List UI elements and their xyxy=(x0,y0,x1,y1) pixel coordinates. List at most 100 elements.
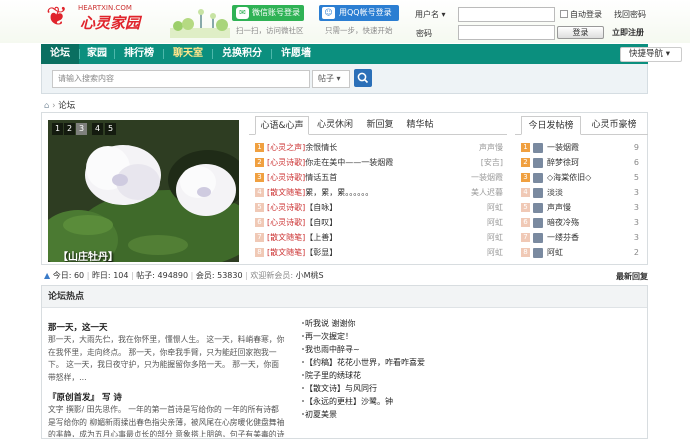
thread-row[interactable]: 6 [心灵诗歌]【自叹】 阿虹 xyxy=(255,216,503,229)
login-button[interactable]: 登录 xyxy=(557,26,604,39)
rank-badge: 4 xyxy=(255,188,264,197)
nav-exchange-points[interactable]: 兑换积分 xyxy=(213,44,271,64)
thread-row[interactable]: 3 [心灵诗歌]情话五首 一装烟霞 xyxy=(255,171,503,184)
hot-article-title[interactable]: 『原创首发』 写 诗 xyxy=(48,391,122,403)
newest-member-link[interactable]: 小M桃S xyxy=(296,271,324,280)
quick-nav-label: 快捷导航 xyxy=(629,49,664,59)
breadcrumb-separator: › xyxy=(52,101,56,111)
poster-count: 3 xyxy=(633,233,639,242)
thread-row[interactable]: 7 [散文随笔]【上善】 阿虹 xyxy=(255,231,503,244)
thread-row[interactable]: 5 [心灵诗歌]【自咏】 阿虹 xyxy=(255,201,503,214)
slide-number-3[interactable]: 3 xyxy=(76,123,87,135)
hot-article-title[interactable]: 那一天，这一天 xyxy=(48,321,108,333)
bullet xyxy=(302,387,304,389)
thread-title[interactable]: 情话五首 xyxy=(305,173,337,182)
breadcrumb-forum[interactable]: 论坛 xyxy=(58,101,75,111)
thread-title[interactable]: 【彰显】 xyxy=(305,248,337,257)
poster-name[interactable]: 醉梦徐珂 xyxy=(547,158,579,167)
nav-home[interactable]: 家园 xyxy=(80,44,114,64)
password-input[interactable] xyxy=(458,25,555,40)
site-logo[interactable]: ❦ HEARTXIN.COM 心灵家园 xyxy=(46,2,164,32)
thread-row[interactable]: 2 [心灵诗歌]你走在美中——一装烟霞 [安吉] xyxy=(255,156,503,169)
tab-digest[interactable]: 精华帖 xyxy=(401,116,439,135)
slide-number-5[interactable]: 5 xyxy=(105,123,116,135)
thread-author[interactable]: [安吉] xyxy=(481,156,503,169)
nav-chatroom[interactable]: 聊天室 xyxy=(164,44,212,64)
tab-leisure[interactable]: 心灵休闲 xyxy=(311,116,359,135)
slide-number-1[interactable]: 1 xyxy=(52,123,63,135)
stats-chart-icon: ▲ xyxy=(44,271,51,280)
qq-login-button[interactable]: ☺ 用QQ帐号登录 xyxy=(319,5,399,21)
thread-author[interactable]: 声声慢 xyxy=(479,141,503,154)
poster-row[interactable]: 8 阿虹 2 xyxy=(521,246,639,259)
hot-link[interactable]: 听我说 谢谢你 xyxy=(305,318,356,329)
thread-title[interactable]: 【自叹】 xyxy=(305,218,337,227)
slide-number-2[interactable]: 2 xyxy=(64,123,75,135)
poster-name[interactable]: 暗夜冷殇 xyxy=(547,218,579,227)
hot-link[interactable]: 【约稿】花花小世界，咋看咋喜爱 xyxy=(305,357,425,368)
poster-name[interactable]: 一装烟霞 xyxy=(547,143,579,152)
search-type-select[interactable]: 帖子 ▾ xyxy=(312,70,350,88)
search-input[interactable]: 请输入搜索内容 xyxy=(52,70,310,88)
poster-row[interactable]: 5 声声慢 3 xyxy=(521,201,639,214)
quick-nav-button[interactable]: 快捷导航 ▾ xyxy=(620,47,682,62)
peony-photo xyxy=(48,120,239,262)
slide-caption[interactable]: 【山庄牡丹】 xyxy=(58,248,118,262)
poster-name[interactable]: 声声慢 xyxy=(547,203,571,212)
find-password-link[interactable]: 找回密码 xyxy=(614,9,646,20)
tab-new-reply[interactable]: 新回复 xyxy=(361,116,399,135)
poster-row[interactable]: 1 一装烟霞 9 xyxy=(521,141,639,154)
tab-xinyu[interactable]: 心语&心声 xyxy=(255,116,309,135)
wechat-login-button[interactable]: ✉ 微信账号登录 xyxy=(232,5,304,21)
nav-wish-wall[interactable]: 许愿墙 xyxy=(272,44,320,64)
thread-author[interactable]: 阿虹 xyxy=(487,246,503,259)
thread-author[interactable]: 美人迟暮 xyxy=(471,186,503,199)
poster-row[interactable]: 6 暗夜冷殇 3 xyxy=(521,216,639,229)
hot-link[interactable]: 再一次握定！ xyxy=(305,331,353,342)
poster-name[interactable]: 阿虹 xyxy=(547,248,563,257)
hot-link[interactable]: 院子里的绣球花 xyxy=(305,370,361,381)
hot-link[interactable]: 【永远的更柱】沙鹭。钟 xyxy=(305,396,393,407)
register-link[interactable]: 立即注册 xyxy=(612,27,644,38)
thread-row[interactable]: 1 [心灵之声]余恨情长 声声慢 xyxy=(255,141,503,154)
featured-slideshow[interactable]: 1 2 3 4 5 【山庄牡丹】 xyxy=(48,120,239,262)
search-button[interactable] xyxy=(354,69,372,87)
thread-author[interactable]: 一装烟霞 xyxy=(471,171,503,184)
poster-row[interactable]: 2 醉梦徐珂 6 xyxy=(521,156,639,169)
thread-title[interactable]: 你走在美中——一装烟霞 xyxy=(305,158,393,167)
tab-coin-rich[interactable]: 心灵币豪榜 xyxy=(583,116,645,135)
latest-reply-link[interactable]: 最新回复 xyxy=(616,271,648,282)
nav-forum[interactable]: 论坛 xyxy=(41,44,79,64)
username-input[interactable] xyxy=(458,7,555,22)
poster-row[interactable]: 4 淡淡 3 xyxy=(521,186,639,199)
thread-category: [心灵诗歌] xyxy=(267,173,306,182)
hot-link[interactable]: 初夏美景 xyxy=(305,409,337,420)
hot-link[interactable]: 我也雨中醉寻~ xyxy=(305,344,360,355)
thread-title[interactable]: 余恨情长 xyxy=(305,143,337,152)
thread-title[interactable]: 累，累，累。。。。。。 xyxy=(305,188,373,197)
auto-login-checkbox[interactable] xyxy=(560,10,568,18)
search-icon xyxy=(357,72,369,84)
poster-row[interactable]: 3 ◇海棠依旧◇ 5 xyxy=(521,171,639,184)
stats-posts: 494890 xyxy=(157,271,189,280)
poster-row[interactable]: 7 一缕芬香 3 xyxy=(521,231,639,244)
thread-author[interactable]: 阿虹 xyxy=(487,201,503,214)
thread-row[interactable]: 4 [散文随笔]累，累，累。。。。。。 美人迟暮 xyxy=(255,186,503,199)
poster-name[interactable]: 淡淡 xyxy=(547,188,563,197)
poster-name[interactable]: ◇海棠依旧◇ xyxy=(547,173,591,182)
thread-author[interactable]: 阿虹 xyxy=(487,216,503,229)
nav-ranking[interactable]: 排行榜 xyxy=(115,44,163,64)
username-type-select[interactable]: 用户名 ▾ xyxy=(410,7,456,23)
hot-link[interactable]: 【散文诗】与风同行 xyxy=(305,383,377,394)
auto-login-label[interactable]: 自动登录 xyxy=(570,9,602,20)
slide-number-4[interactable]: 4 xyxy=(92,123,103,135)
thread-title[interactable]: 【自咏】 xyxy=(305,203,337,212)
home-icon[interactable]: ⌂ xyxy=(44,101,49,111)
poster-name[interactable]: 一缕芬香 xyxy=(547,233,579,242)
rank-badge: 2 xyxy=(521,158,530,167)
thread-author[interactable]: 阿虹 xyxy=(487,231,503,244)
tab-today-posters[interactable]: 今日发帖榜 xyxy=(521,116,581,135)
stats-members: 53830 xyxy=(217,271,243,280)
thread-title[interactable]: 【上善】 xyxy=(305,233,337,242)
thread-row[interactable]: 8 [散文随笔]【彰显】 阿虹 xyxy=(255,246,503,259)
